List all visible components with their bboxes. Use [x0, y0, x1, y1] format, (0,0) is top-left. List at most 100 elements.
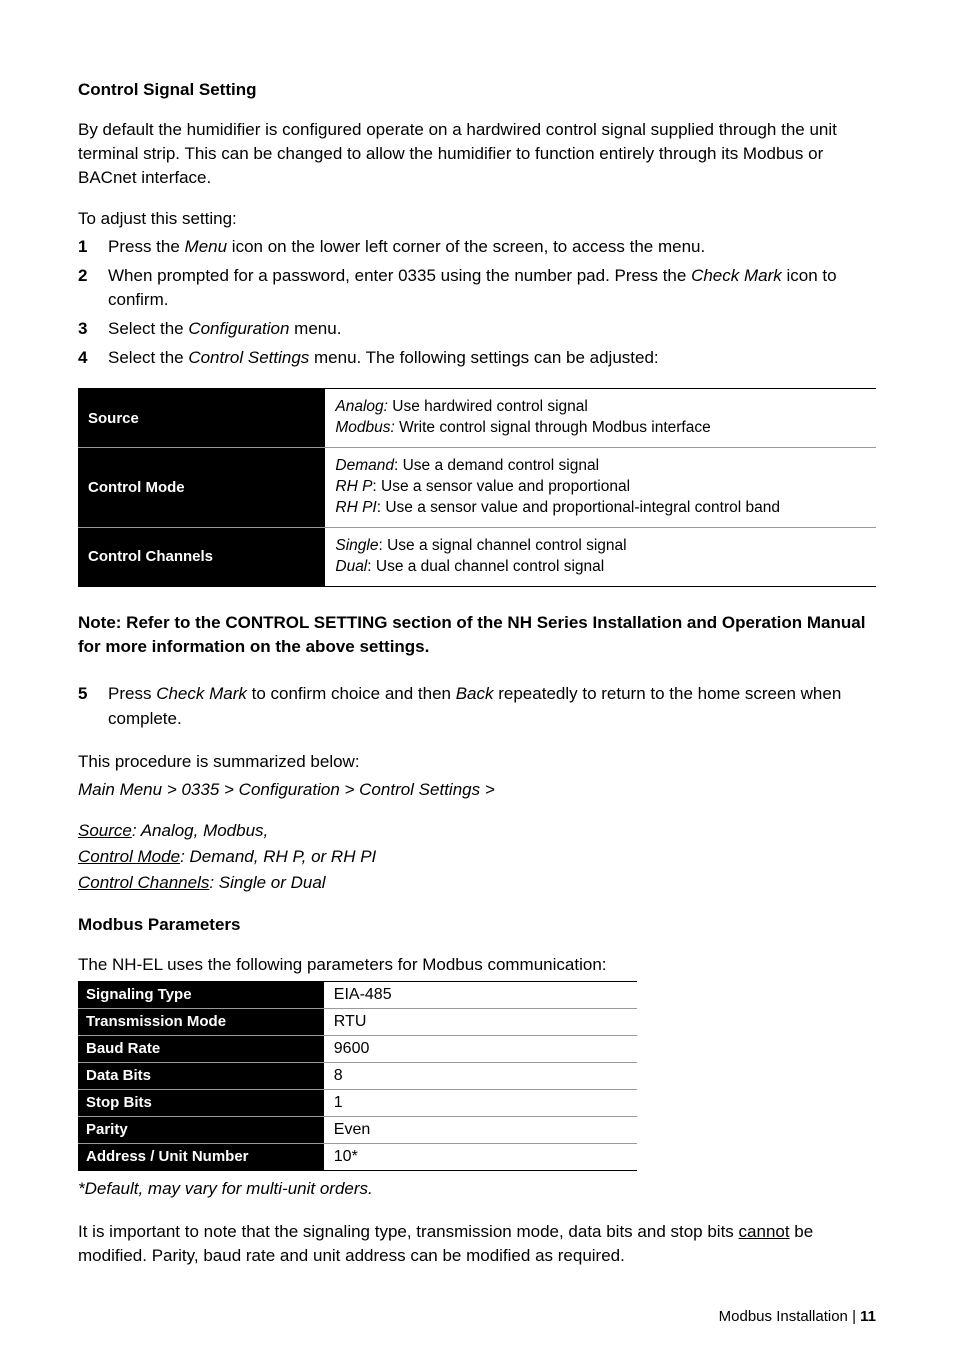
summary-line: Control Channels: Single or Dual [78, 871, 876, 895]
page-footer: Modbus Installation | 11 [78, 1308, 876, 1325]
text: When prompted for a password, enter 0335… [108, 266, 691, 285]
heading-control-signal: Control Signal Setting [78, 80, 876, 100]
summary-path: Main Menu > 0335 > Configuration > Contr… [78, 778, 876, 802]
underlined-label: Source [78, 821, 132, 840]
step-number: 2 [78, 264, 108, 313]
emphasis: Control Settings [188, 348, 309, 367]
note-paragraph: Note: Refer to the CONTROL SETTING secti… [78, 611, 876, 659]
emphasis: RH PI [335, 499, 376, 516]
step-body: Select the Configuration menu. [108, 317, 876, 342]
document-page: Control Signal Setting By default the hu… [0, 0, 954, 1365]
emphasis: RH P [335, 478, 372, 495]
table-row: ParityEven [78, 1116, 637, 1143]
text: : Demand, RH P, or RH PI [180, 847, 376, 866]
params-table: Signaling TypeEIA-485Transmission ModeRT… [78, 981, 637, 1171]
text: Use hardwired control signal [388, 398, 588, 415]
emphasis: Check Mark [156, 684, 247, 703]
param-label: Signaling Type [78, 981, 324, 1008]
step-number: 4 [78, 346, 108, 371]
table-row: Address / Unit Number10* [78, 1143, 637, 1170]
emphasis: Configuration [188, 319, 289, 338]
emphasis: Analog: [335, 398, 388, 415]
step-body: When prompted for a password, enter 0335… [108, 264, 876, 313]
underlined-text: cannot [739, 1222, 790, 1241]
text: Select the [108, 348, 188, 367]
list-item: 4Select the Control Settings menu. The f… [78, 346, 876, 371]
table-row: Control ModeDemand: Use a demand control… [78, 448, 876, 528]
emphasis: Modbus: [335, 419, 394, 436]
param-label: Stop Bits [78, 1089, 324, 1116]
table-row: Baud Rate9600 [78, 1035, 637, 1062]
step-body: Press the Menu icon on the lower left co… [108, 235, 876, 260]
footer-label: Modbus Installation | [719, 1308, 860, 1325]
underlined-label: Control Mode [78, 847, 180, 866]
emphasis: Single [335, 537, 378, 554]
param-value: 9600 [324, 1035, 637, 1062]
page-number: 11 [860, 1308, 876, 1325]
setting-desc: Demand: Use a demand control signalRH P:… [325, 448, 876, 528]
step-number: 3 [78, 317, 108, 342]
setting-label: Control Channels [78, 528, 325, 587]
setting-label: Control Mode [78, 448, 325, 528]
text: : Use a signal channel control signal [378, 537, 626, 554]
param-value: RTU [324, 1008, 637, 1035]
step-body: Select the Control Settings menu. The fo… [108, 346, 876, 371]
list-item: 1Press the Menu icon on the lower left c… [78, 235, 876, 260]
heading-modbus-params: Modbus Parameters [78, 915, 876, 935]
text: Write control signal through Modbus inte… [395, 419, 711, 436]
setting-label: Source [78, 389, 325, 448]
summary-intro: This procedure is summarized below: [78, 750, 876, 774]
param-value: Even [324, 1116, 637, 1143]
intro-paragraph: By default the humidifier is configured … [78, 118, 876, 189]
emphasis: Dual [335, 558, 367, 575]
adjust-intro: To adjust this setting: [78, 207, 876, 231]
text: Press [108, 684, 156, 703]
step-number: 1 [78, 235, 108, 260]
emphasis: Check Mark [691, 266, 782, 285]
closing-paragraph: It is important to note that the signali… [78, 1220, 876, 1268]
list-item: 2When prompted for a password, enter 033… [78, 264, 876, 313]
table-row: Transmission ModeRTU [78, 1008, 637, 1035]
step-number: 5 [78, 682, 108, 731]
text: icon on the lower left corner of the scr… [227, 237, 705, 256]
setting-desc: Analog: Use hardwired control signal Modb… [325, 389, 876, 448]
list-item: 3Select the Configuration menu. [78, 317, 876, 342]
text: : Analog, Modbus, [132, 821, 268, 840]
text: Press the [108, 237, 185, 256]
param-value: 1 [324, 1089, 637, 1116]
text: Select the [108, 319, 188, 338]
summary-line: Source: Analog, Modbus, [78, 819, 876, 843]
text: menu. [289, 319, 341, 338]
steps-list: 1Press the Menu icon on the lower left c… [78, 235, 876, 370]
text: It is important to note that the signali… [78, 1222, 739, 1241]
modbus-intro: The NH-EL uses the following parameters … [78, 953, 876, 977]
text: : Use a dual channel control signal [367, 558, 604, 575]
settings-table: SourceAnalog: Use hardwired control sign… [78, 388, 876, 586]
param-label: Address / Unit Number [78, 1143, 324, 1170]
text: : Use a sensor value and proportional [372, 478, 630, 495]
param-value: 8 [324, 1062, 637, 1089]
param-label: Parity [78, 1116, 324, 1143]
step-body: Press Check Mark to confirm choice and t… [108, 682, 876, 731]
table-row: Control ChannelsSingle: Use a signal cha… [78, 528, 876, 587]
underlined-label: Control Channels [78, 873, 209, 892]
table-row: Stop Bits1 [78, 1089, 637, 1116]
param-label: Transmission Mode [78, 1008, 324, 1035]
table-row: SourceAnalog: Use hardwired control sign… [78, 389, 876, 448]
summary-line: Control Mode: Demand, RH P, or RH PI [78, 845, 876, 869]
table-row: Data Bits8 [78, 1062, 637, 1089]
setting-desc: Single: Use a signal channel control sig… [325, 528, 876, 587]
table-row: Signaling TypeEIA-485 [78, 981, 637, 1008]
step-5-list: 5 Press Check Mark to confirm choice and… [78, 682, 876, 731]
emphasis: Back [456, 684, 494, 703]
text: : Single or Dual [209, 873, 325, 892]
param-label: Baud Rate [78, 1035, 324, 1062]
text: : Use a sensor value and proportional-in… [377, 499, 780, 516]
emphasis: Demand [335, 457, 394, 474]
list-item: 5 Press Check Mark to confirm choice and… [78, 682, 876, 731]
emphasis: Menu [185, 237, 228, 256]
summary-lines: Source: Analog, Modbus,Control Mode: Dem… [78, 819, 876, 894]
param-value: 10* [324, 1143, 637, 1170]
text: menu. The following settings can be adju… [309, 348, 658, 367]
param-value: EIA-485 [324, 981, 637, 1008]
